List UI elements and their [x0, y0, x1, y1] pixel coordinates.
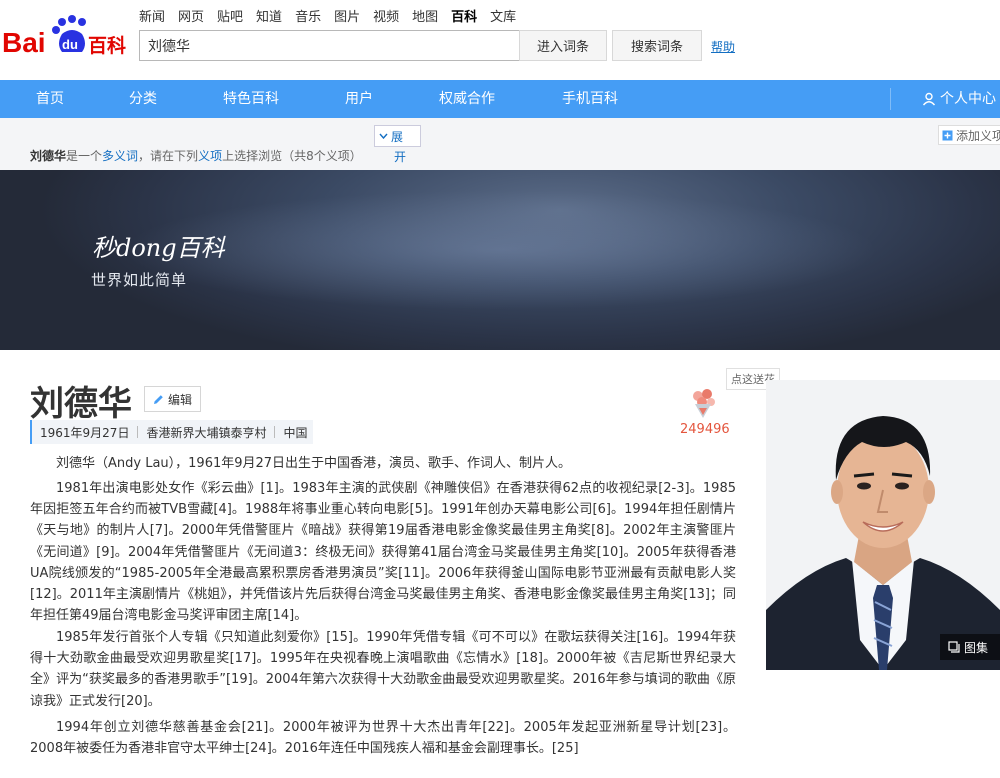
nav-mobile[interactable]: 手机百科 [562, 80, 618, 118]
polysemy-bar: 刘德华是一个多义词，请在下列义项上选择浏览（共8个义项） 展 开 添加义项 [0, 118, 1000, 170]
topnav-map[interactable]: 地图 [412, 6, 438, 25]
meta-birthdate: 1961年9月27日 [40, 425, 130, 440]
entry-meta-bar: 1961年9月27日 香港新界大埔镇泰亨村 中国 [30, 420, 314, 444]
album-button[interactable]: 图集 [940, 634, 1000, 660]
header: Bai du 百科 新闻 网页 贴吧 知道 音乐 图片 视频 地图 百科 文库 … [0, 0, 1000, 80]
banner-slogan: 世界如此简单 [91, 271, 188, 289]
user-center-label: 个人中心 [940, 91, 996, 107]
svg-text:百科: 百科 [88, 34, 126, 57]
topnav-baike[interactable]: 百科 [451, 6, 477, 25]
user-icon [922, 92, 936, 106]
topnav-wenku[interactable]: 文库 [490, 6, 516, 25]
banner-brand: 秒dong百科 [92, 234, 225, 262]
svg-text:du: du [62, 37, 78, 52]
help-link[interactable]: 帮助 [711, 38, 735, 55]
topnav-music[interactable]: 音乐 [295, 6, 321, 25]
charity-paragraph: 1994年创立刘德华慈善基金会[21]。2000年被评为世界十大杰出青年[22]… [30, 720, 736, 757]
summary-paragraph: 刘德华（Andy Lau），1961年9月27日出生于中国香港，演员、歌手、作词… [56, 456, 572, 471]
meta-country: 中国 [283, 425, 308, 440]
topnav-news[interactable]: 新闻 [139, 6, 165, 25]
polysemy-link[interactable]: 多义词 [102, 149, 138, 163]
topnav-web[interactable]: 网页 [178, 6, 204, 25]
topnav-images[interactable]: 图片 [334, 6, 360, 25]
portrait-illustration [766, 380, 1000, 670]
career-paragraph-music: 1985年发行首张个人专辑《只知道此刻爱你》[15]。1990年凭借专辑《可不可… [30, 630, 736, 709]
topnav-video[interactable]: 视频 [373, 6, 399, 25]
search-entry-button[interactable]: 搜索词条 [612, 30, 702, 61]
edit-button[interactable]: 编辑 [144, 386, 201, 412]
baidu-baike-logo[interactable]: Bai du 百科 [2, 14, 130, 64]
career-paragraph-film: 1981年出演电影处女作《彩云曲》[1]。1983年主演的武侠剧《神雕侠侣》在香… [30, 481, 736, 624]
search-input[interactable] [139, 30, 520, 61]
user-center-link[interactable]: 个人中心 [922, 80, 996, 118]
topnav-zhidao[interactable]: 知道 [256, 6, 282, 25]
expand-button[interactable]: 展 [374, 125, 421, 147]
meta-birthplace: 香港新界大埔镇泰亨村 [146, 425, 267, 440]
plus-square-icon [942, 130, 953, 140]
expand-label-b[interactable]: 开 [394, 148, 406, 165]
topnav-tieba[interactable]: 贴吧 [217, 6, 243, 25]
nav-authority[interactable]: 权威合作 [439, 80, 495, 118]
album-label: 图集 [964, 640, 989, 655]
add-sense-label: 添加义项 [956, 128, 1000, 143]
portrait-photo[interactable] [766, 380, 1000, 670]
nav-users[interactable]: 用户 [345, 80, 373, 118]
polysemy-term: 刘德华 [30, 149, 67, 163]
nav-divider [890, 88, 891, 110]
expand-label-a: 展 [391, 129, 404, 144]
polysemy-text-c: 上选择浏览（共8个义项） [222, 149, 362, 163]
nav-featured[interactable]: 特色百科 [223, 80, 279, 118]
miaodong-banner[interactable]: 秒dong百科 世界如此简单 [0, 170, 1000, 350]
entry-title: 刘德华 [30, 384, 132, 424]
polysemy-text: 刘德华是一个多义词，请在下列义项上选择浏览（共8个义项） [30, 147, 362, 164]
polysemy-text-b: ，请在下列 [138, 149, 199, 163]
flower-count: 249496 [680, 422, 730, 437]
pencil-icon [153, 394, 163, 404]
sense-link[interactable]: 义项 [198, 149, 222, 163]
nav-home[interactable]: 首页 [36, 80, 64, 118]
add-sense-button[interactable]: 添加义项 [938, 125, 1000, 145]
polysemy-text-a: 是一个 [66, 149, 103, 163]
edit-label: 编辑 [167, 392, 192, 407]
nav-category[interactable]: 分类 [129, 80, 157, 118]
chevron-down-icon [379, 133, 388, 139]
main-nav: 首页 分类 特色百科 用户 权威合作 手机百科 个人中心 [0, 80, 1000, 118]
gallery-icon [948, 641, 960, 653]
top-nav: 新闻 网页 贴吧 知道 音乐 图片 视频 地图 百科 文库 [139, 6, 529, 25]
flower-icon[interactable] [685, 384, 721, 420]
svg-text:Bai: Bai [2, 27, 46, 58]
banner-glow [120, 190, 880, 310]
enter-entry-button[interactable]: 进入词条 [519, 30, 607, 61]
